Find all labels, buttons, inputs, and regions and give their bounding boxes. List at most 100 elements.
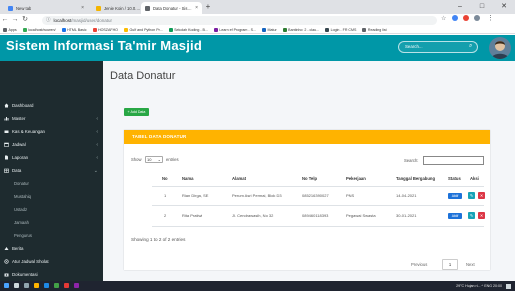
bookmark-star-icon[interactable]: ☆ xyxy=(441,15,446,22)
extension-icon[interactable] xyxy=(463,15,469,21)
cell-telp: 089460118393 xyxy=(302,213,329,218)
status-badge: Aktif xyxy=(448,193,462,199)
cell-nama: Rita Pratiwi xyxy=(182,213,203,218)
sidebar-subitem-donatur[interactable]: Donatur xyxy=(0,177,103,190)
sidebar-item-label: Dashboard xyxy=(12,103,34,108)
forward-arrow-icon[interactable]: → xyxy=(10,14,20,26)
bookmark-item[interactable]: Gulf and Python Pr... xyxy=(123,27,163,32)
bookmark-item[interactable]: Login - FR CMS xyxy=(325,27,356,32)
tab-data-donatur[interactable]: Data Donatur - Sistem Informasi × xyxy=(141,2,202,14)
cell-tanggal: 14-04-2021 xyxy=(396,193,417,198)
cell-alamat: Jl. Cendrawasih, No 32 xyxy=(232,213,274,218)
pagination-next[interactable]: Next xyxy=(466,262,475,267)
column-header-aksi[interactable]: Aksi xyxy=(470,172,479,186)
edge-icon[interactable] xyxy=(44,283,49,288)
add-data-button[interactable]: + Add Data xyxy=(124,108,149,116)
pagination-page[interactable]: 1 xyxy=(442,259,458,270)
bookmark-item[interactable]: Apps xyxy=(3,27,17,32)
bookmark-favicon-icon xyxy=(282,27,287,32)
sidebar-item-berita[interactable]: Berita xyxy=(0,242,103,255)
sidebar-subitem-ustadz[interactable]: Ustadz xyxy=(0,203,103,216)
bookmark-label: HTML Basic xyxy=(67,27,87,32)
pagination-previous[interactable]: Previous xyxy=(411,262,427,267)
sidebar-item-dokumentasi[interactable]: Dokumentasi xyxy=(0,268,103,281)
sidebar-item-master[interactable]: Master ‹ xyxy=(0,112,103,125)
delete-button[interactable]: ✕ xyxy=(478,192,485,199)
column-header-alamat[interactable]: Alamat xyxy=(232,172,246,186)
search-input[interactable]: Search... xyxy=(398,41,478,53)
sidebar-item-laporan[interactable]: Laporan ‹ xyxy=(0,151,103,164)
app-icon[interactable] xyxy=(74,283,79,288)
table-search-input[interactable] xyxy=(423,156,484,165)
avatar[interactable] xyxy=(489,37,511,59)
close-window-button[interactable]: ✕ xyxy=(493,0,515,14)
table-divider xyxy=(152,186,484,187)
bookmark-item[interactable]: localhost/wowen/ xyxy=(22,27,56,32)
sidebar-subitem-jamaah[interactable]: Jamaah xyxy=(0,216,103,229)
notification-icon[interactable] xyxy=(506,283,511,289)
edit-button[interactable]: ✎ xyxy=(468,212,475,219)
app-icon[interactable] xyxy=(64,283,69,288)
windows-start-icon[interactable] xyxy=(4,283,9,288)
sidebar-item-dashboard[interactable]: Dashboard xyxy=(0,99,103,112)
sidebar-item-jadwal[interactable]: Jadwal ‹ xyxy=(0,138,103,151)
search-label: Search: xyxy=(404,158,419,163)
column-header-no[interactable]: No xyxy=(162,172,168,186)
calendar-icon xyxy=(4,142,9,147)
search-icon[interactable]: ⌕ xyxy=(469,43,472,50)
edit-button[interactable]: ✎ xyxy=(468,192,475,199)
sidebar-item-atur-jadwal[interactable]: Atur Jadwal Sholat xyxy=(0,255,103,268)
bookmark-item[interactable]: Matur xyxy=(261,27,277,32)
tab-favicon-icon xyxy=(145,5,150,11)
column-header-nama[interactable]: Nama xyxy=(182,172,193,186)
status-badge: Aktif xyxy=(448,213,462,219)
cell-no: 1 xyxy=(164,193,167,198)
bookmark-item[interactable]: Bantinho: 2 - clau... xyxy=(282,27,319,32)
file-explorer-icon[interactable] xyxy=(34,283,39,288)
tab-new-tab[interactable]: New tab × xyxy=(4,2,88,14)
bookmark-item[interactable]: Sekolah Koding - B... xyxy=(168,27,208,32)
info-icon[interactable]: ⓘ xyxy=(46,17,51,23)
tab-favicon-icon xyxy=(96,5,101,11)
bookmark-item[interactable]: Reading list xyxy=(362,27,387,32)
bookmark-label: localhost/wowen/ xyxy=(28,27,56,32)
sidebar-item-data[interactable]: Data ⌄ xyxy=(0,164,103,177)
bookmark-item[interactable]: Learn ef Program - S... xyxy=(213,27,256,32)
extension-icon[interactable] xyxy=(452,15,458,21)
menu-dots-icon[interactable]: ⋮ xyxy=(487,14,494,22)
column-header-pekerjaan[interactable]: Pekerjaan xyxy=(346,172,366,186)
bookmark-item[interactable]: HOSZAFHO xyxy=(92,27,118,32)
card-title: TABEL DATA DONATUR xyxy=(132,134,187,139)
taskbar-search-icon[interactable] xyxy=(14,283,19,288)
bookmark-label: Reading list xyxy=(367,27,387,32)
app-title: Sistem Informasi Ta'mir Masjid xyxy=(6,38,202,53)
bookmark-label: Apps xyxy=(8,27,17,32)
profile-icon[interactable] xyxy=(474,15,480,21)
bookmark-item[interactable]: HTML Basic xyxy=(61,27,87,32)
sidebar-item-kas[interactable]: Kas & Keuangan ‹ xyxy=(0,125,103,138)
new-tab-button[interactable]: + xyxy=(203,2,213,12)
chart-icon xyxy=(4,117,9,121)
entries-select[interactable]: 10 ⌄ xyxy=(145,156,163,163)
minimize-button[interactable]: – xyxy=(449,0,471,14)
tab-close-icon[interactable]: × xyxy=(81,5,84,11)
cell-alamat: Perum Asri Permai, Blok D3 xyxy=(232,193,282,198)
back-arrow-icon[interactable]: ← xyxy=(0,14,10,26)
column-header-tanggal[interactable]: Tanggal Bergabung xyxy=(396,172,435,186)
bookmark-favicon-icon xyxy=(362,27,367,32)
maximize-button[interactable]: □ xyxy=(471,0,493,14)
delete-button[interactable]: ✕ xyxy=(478,212,485,219)
entries-value: 10 xyxy=(147,157,152,162)
sidebar-subitem-pengurus[interactable]: Pengurus xyxy=(0,229,103,242)
column-header-status[interactable]: Status xyxy=(448,172,461,186)
reload-icon[interactable]: ↻ xyxy=(20,14,30,26)
user-photo-icon xyxy=(491,41,509,59)
task-view-icon[interactable] xyxy=(24,283,29,288)
column-header-telp[interactable]: No Telp xyxy=(302,172,317,186)
tab-close-icon[interactable]: × xyxy=(195,5,198,11)
news-icon xyxy=(4,247,9,250)
url-field[interactable]: ⓘ localhost /masjid/user/donatur xyxy=(42,15,437,25)
sidebar-subitem-mustahiq[interactable]: Mustahiq xyxy=(0,190,103,203)
bookmark-favicon-icon xyxy=(92,27,97,32)
chrome-icon[interactable] xyxy=(54,283,59,288)
